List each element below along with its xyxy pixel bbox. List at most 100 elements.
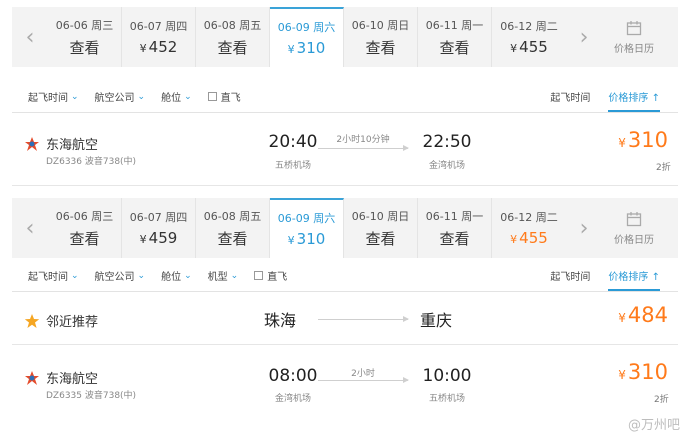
departure-airport: 金湾机场	[274, 394, 311, 404]
date-price: ¥310	[288, 230, 326, 248]
filter-bar-bottom: 起飞时间 ⌄ 航空公司 ⌄ 舱位 ⌄ 机型 ⌄ 直飞 起飞时间 价格排序 ↑	[12, 260, 678, 292]
price-value: 310	[296, 39, 326, 57]
filter-label: 舱位	[161, 272, 182, 283]
sort-price[interactable]: 价格排序 ↑	[608, 268, 660, 291]
arrival-airport: 金湾机场	[428, 161, 465, 171]
date-tab[interactable]: 06-10 周日 查看	[344, 198, 418, 258]
date-strip-bottom: ‹ 06-06 周三 查看 06-07 周四 ¥459 06-08 周五 查看 06-09 …	[12, 198, 678, 258]
prev-dates-chevron-left-icon[interactable]: ‹	[12, 198, 48, 258]
filter-cabin[interactable]: 舱位 ⌄	[161, 268, 192, 284]
date-tab[interactable]: 06-08 周五 查看	[196, 7, 270, 67]
destination-city: 重庆	[420, 311, 453, 330]
price-value: 查看	[217, 229, 248, 248]
date-tab[interactable]: 06-09 周六 ¥310	[270, 198, 344, 258]
price-value: 查看	[439, 229, 470, 248]
filter-aircraft[interactable]: 机型 ⌄	[208, 268, 239, 284]
airline-name: 东海航空	[46, 138, 99, 153]
date-price: 查看	[439, 228, 469, 249]
sort-depart-time[interactable]: 起飞时间	[550, 268, 590, 283]
flight-row-top[interactable]: 东海航空 DZ6336 波音738(中) 20:40 五桥机场 2小时10分钟 …	[12, 114, 678, 186]
filter-direct-checkbox[interactable]: 直飞	[254, 268, 287, 283]
next-dates-chevron-right-icon[interactable]: ›	[566, 7, 602, 67]
watermark: @万州吧	[627, 418, 680, 433]
date-label: 06-09 周六	[277, 21, 336, 34]
arrow-up-icon: ↑	[651, 93, 660, 104]
date-tab[interactable]: 06-10 周日 查看	[344, 7, 418, 67]
flight-number: DZ6336 波音738(中)	[46, 157, 137, 167]
currency-symbol: ¥	[618, 136, 626, 150]
date-label: 06-06 周三	[55, 209, 114, 223]
price-value: 459	[148, 229, 178, 247]
donghai-airlines-logo-icon	[25, 136, 39, 151]
flight-duration: 2小时	[351, 369, 375, 379]
date-list: 06-06 周三 查看 06-07 周四 ¥452 06-08 周五 查看 06-09 周六…	[48, 7, 566, 67]
currency-symbol: ¥	[287, 43, 295, 56]
filter-label: 航空公司	[94, 93, 135, 104]
date-tab[interactable]: 06-07 周四 ¥452	[122, 7, 196, 67]
price-value: 455	[519, 38, 548, 56]
currency-symbol: ¥	[618, 368, 626, 382]
flight-row-bottom[interactable]: 东海航空 DZ6335 波音738(中) 08:00 金湾机场 2小时 10:0…	[12, 346, 678, 414]
date-label: 06-10 周日	[351, 18, 410, 32]
chevron-down-icon: ⌄	[71, 270, 79, 281]
date-tab[interactable]: 06-12 周二 ¥455	[492, 7, 566, 67]
discount: 2折	[654, 395, 669, 405]
price-value: 310	[627, 128, 668, 152]
nearby-price[interactable]: ¥484	[598, 303, 668, 327]
date-tab[interactable]: 06-06 周三查看	[48, 198, 122, 258]
calendar-icon	[626, 20, 642, 35]
discount: 2折	[656, 163, 671, 173]
currency-symbol: ¥	[287, 234, 295, 247]
filter-direct-checkbox[interactable]: 直飞	[207, 89, 241, 104]
price-value: 查看	[439, 38, 470, 57]
price-value: 452	[148, 38, 178, 56]
checkbox-icon	[254, 271, 264, 280]
date-list: 06-06 周三 查看 06-07 周四 ¥459 06-08 周五 查看 06-09 周六…	[48, 198, 566, 258]
filter-airline[interactable]: 航空公司 ⌄	[94, 89, 146, 105]
sort-depart-time[interactable]: 起飞时间	[550, 89, 590, 104]
airline: 东海航空	[24, 134, 98, 153]
filter-bar-top: 起飞时间 ⌄ 航空公司 ⌄ 舱位 ⌄ 直飞 起飞时间 价格排序 ↑	[12, 81, 678, 113]
flight-price[interactable]: ¥310	[598, 128, 668, 152]
date-tab[interactable]: 06-07 周四 ¥459	[122, 198, 196, 258]
date-tab[interactable]: 06-11 周一查看	[418, 7, 492, 67]
date-tab[interactable]: 06-08 周五 查看	[196, 198, 270, 258]
star-icon	[24, 313, 40, 328]
date-label: 06-11 周一	[425, 18, 484, 32]
filter-label: 起飞时间	[28, 93, 68, 104]
chevron-down-icon: ⌄	[71, 91, 79, 102]
filter-depart-time[interactable]: 起飞时间 ⌄	[28, 89, 79, 105]
price-value: 455	[519, 229, 548, 247]
nearby-recommend-row[interactable]: 邻近推荐 珠海 重庆 ¥484	[12, 293, 678, 345]
date-label: 06-06 周三	[55, 18, 114, 32]
date-price: ¥455	[510, 229, 548, 247]
price-calendar-button[interactable]: 价格日历	[602, 198, 666, 258]
price-value: 查看	[69, 229, 100, 248]
price-value: 310	[296, 230, 326, 248]
airline: 东海航空	[24, 368, 98, 387]
filter-airline[interactable]: 航空公司 ⌄	[95, 268, 146, 284]
date-label: 06-07 周四	[129, 20, 188, 33]
price-calendar-label: 价格日历	[614, 43, 654, 55]
price-calendar-label: 价格日历	[614, 234, 654, 246]
currency-symbol: ¥	[139, 233, 147, 246]
date-tab[interactable]: 06-09 周六 ¥310	[270, 7, 344, 67]
filter-depart-time[interactable]: 起飞时间 ⌄	[28, 268, 79, 284]
date-price: ¥310	[288, 39, 326, 57]
date-tab[interactable]: 06-11 周一 查看	[418, 198, 492, 258]
date-price: ¥459	[140, 229, 178, 247]
prev-dates-chevron-left-icon[interactable]: ‹	[12, 7, 48, 67]
route-arrow-icon	[318, 145, 409, 151]
date-tab[interactable]: 06-06 周三 查看	[48, 7, 122, 67]
price-value: 484	[627, 303, 668, 327]
date-tab[interactable]: 06-12 周二 ¥455	[492, 198, 566, 258]
price-calendar-button[interactable]: 价格日历	[602, 7, 666, 67]
route-arrow-icon	[318, 377, 409, 383]
flight-price[interactable]: ¥310	[598, 360, 668, 384]
next-dates-chevron-right-icon[interactable]: ›	[566, 198, 602, 258]
sort-price[interactable]: 价格排序 ↑	[608, 89, 660, 112]
nearby-label: 邻近推荐	[24, 311, 98, 330]
sort-price-label: 价格排序	[608, 272, 649, 283]
filter-cabin[interactable]: 舱位 ⌄	[161, 89, 192, 105]
currency-symbol: ¥	[510, 233, 518, 246]
